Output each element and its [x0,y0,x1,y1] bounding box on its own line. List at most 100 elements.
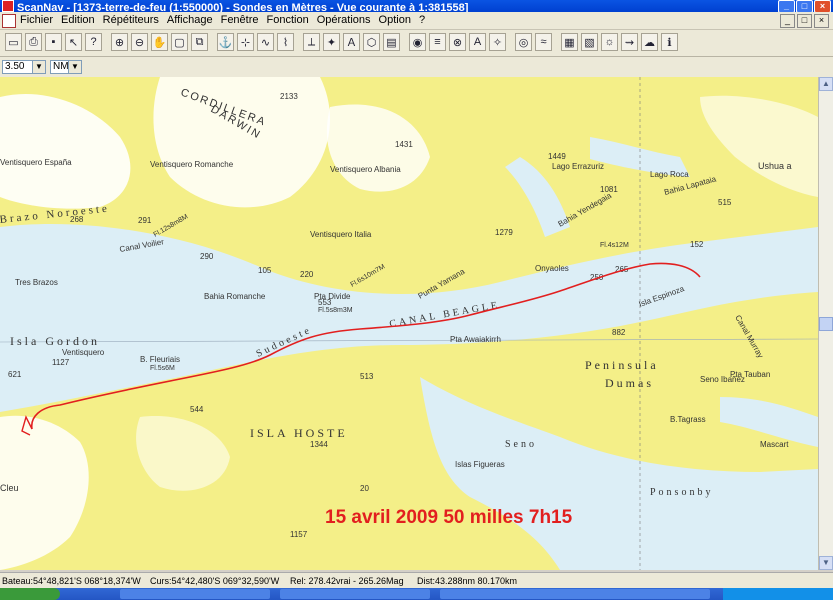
copy-icon[interactable]: ⧉ [191,33,208,51]
maximize-button[interactable]: □ [796,0,813,12]
menu-affichage[interactable]: Affichage [167,14,213,26]
taskbar-item[interactable] [120,589,270,599]
pan-hand-icon[interactable]: ✋ [151,33,168,51]
chart-view[interactable]: CORDILLERA DARWIN 2133 1431 1449 1081 12… [0,77,818,570]
cursor-icon[interactable]: ↖ [65,33,82,51]
menu-edition[interactable]: Edition [61,14,95,26]
center-boat-icon[interactable]: ⊗ [449,33,466,51]
menu-fen-tre[interactable]: Fenêtre [221,14,259,26]
document-icon[interactable] [2,14,16,28]
compass-icon[interactable]: ✧ [489,33,506,51]
window-controls: _ □ × [777,0,831,12]
system-tray [723,588,833,600]
menu-fonction[interactable]: Fonction [267,14,309,26]
zoom-in-icon[interactable]: ⊕ [111,33,128,51]
window-title-bar: ScanNav - [1373-terre-de-feu (1:550000) … [0,0,833,12]
menu-fichier[interactable]: Fichier [20,14,53,26]
sounding-290: 290 [200,252,214,261]
sounding-1279: 1279 [495,228,513,237]
taskbar-item[interactable] [280,589,430,599]
doc-close-button[interactable]: × [814,14,829,28]
toolbar-buttons: ▭ ⎙ ▪ ↖? ⊕ ⊖ ✋ ▢ ⧉ ⚓ ⊹ ∿ ⌇ ⟂ ✦ Ａ ⬡ ▤ ◉ ≡ ⊗ A ✧ ◎ ≈ ▦ ▧ ☼ ⇝ ☁ ℹ [5,33,678,51]
sounding-1344: 1344 [310,440,328,449]
status-relative-bearing: Rel: 278.42vrai - 265.26Mag [290,576,404,586]
sounding-105: 105 [258,266,272,275]
sounding-544: 544 [190,405,204,414]
lifebuoy-icon[interactable]: ◎ [515,33,532,51]
label-ventisquero-gordon: Ventisquero [62,348,105,357]
sounding-1431: 1431 [395,140,413,149]
menu-[interactable]: ? [419,14,425,26]
windows-taskbar [0,588,833,600]
tide-icon[interactable]: ≈ [535,33,552,51]
auto-icon[interactable]: A [469,33,486,51]
text-mark-icon[interactable]: Ａ [343,33,360,51]
main-toolbar: ▭ ⎙ ▪ ↖? ⊕ ⊖ ✋ ▢ ⧉ ⚓ ⊹ ∿ ⌇ ⟂ ✦ Ａ ⬡ ▤ ◉ ≡ ⊗ A ✧ ◎ ≈ ▦ ▧ ☼ ⇝ ☁ ℹ [0,30,833,57]
weather-icon[interactable]: ☁ [641,33,658,51]
doc-restore-button[interactable]: □ [797,14,812,28]
label-tres-brazos: Tres Brazos [15,278,58,287]
status-bar: Bateau:54°48,821'S 068°18,374'W Curs:54°… [0,572,833,589]
nmea-icon[interactable]: ≡ [429,33,446,51]
layer-icon[interactable]: ▤ [383,33,400,51]
gps-icon[interactable]: ◉ [409,33,426,51]
save-icon[interactable]: ▪ [45,33,62,51]
mark-icon[interactable]: ✦ [323,33,340,51]
label-pta-awaiakirrh: Pta Awaiakirrh [450,335,501,344]
menu-r-p-titeurs[interactable]: Répétiteurs [103,14,159,26]
menu-bar: Fichier Edition Répétiteurs Affichage Fenêtr… [0,12,833,30]
label-peninsula: Peninsula [585,358,659,372]
grid-icon[interactable]: ▦ [561,33,578,51]
taskbar-item[interactable] [560,589,710,599]
info-icon[interactable]: ℹ [661,33,678,51]
sat-icon[interactable]: ☼ [601,33,618,51]
zoom-out-icon[interactable]: ⊖ [131,33,148,51]
label-b-fleuriais: B. Fleuriais [140,355,180,364]
route-icon[interactable]: ∿ [257,33,274,51]
zone-icon[interactable]: ⬡ [363,33,380,51]
select-rect-icon[interactable]: ▢ [171,33,188,51]
chevron-down-icon[interactable]: ▼ [32,61,45,73]
ruler-icon[interactable]: ⟂ [303,33,320,51]
menu-option[interactable]: Option [379,14,411,26]
label-b-tagrass: B.Tagrass [670,415,706,424]
scroll-down-icon[interactable]: ▼ [819,556,833,570]
open-icon[interactable]: ▭ [5,33,22,51]
scroll-up-icon[interactable]: ▲ [819,77,833,91]
wind-icon[interactable]: ⇝ [621,33,638,51]
track-annotation: 15 avril 2009 50 milles 7h15 [325,507,573,528]
boat-icon[interactable]: ⚓ [217,33,234,51]
scroll-thumb[interactable] [819,317,833,331]
track-icon[interactable]: ⌇ [277,33,294,51]
scale-value-select[interactable]: 3.50 ▼ [2,60,46,74]
label-lago-errazuriz: Lago Errazuriz [552,162,604,171]
waypoint-icon[interactable]: ⊹ [237,33,254,51]
label-pta-divide: Pta Divide [314,292,351,301]
sounding-882: 882 [612,328,626,337]
window-title: ScanNav - [1373-terre-de-feu (1:550000) … [17,2,469,12]
sounding-515: 515 [718,198,732,207]
print-icon[interactable]: ⎙ [25,33,42,51]
help-cursor-icon[interactable]: ? [85,33,102,51]
menu-op-rations[interactable]: Opérations [317,14,371,26]
minimize-button[interactable]: _ [778,0,795,12]
label-seno: Seno [505,439,537,450]
close-button[interactable]: × [814,0,831,12]
start-button[interactable] [0,588,60,600]
sounding-2133: 2133 [280,92,298,101]
scale-value: 3.50 [5,61,25,72]
label-cleu: Cleu [0,483,19,493]
label-ventisquero-italia: Ventisquero Italia [310,230,372,239]
chevron-down-icon[interactable]: ▼ [68,61,81,73]
document-window-controls: _ □ × [778,14,829,28]
chart-icon[interactable]: ▧ [581,33,598,51]
doc-minimize-button[interactable]: _ [780,14,795,28]
nautical-chart: CORDILLERA DARWIN 2133 1431 1449 1081 12… [0,77,818,570]
sounding-291: 291 [138,216,152,225]
vertical-scrollbar[interactable]: ▲ ▼ [818,77,833,570]
label-islas-figueras: Islas Figueras [455,460,505,469]
status-distance: Dist:43.288nm 80.170km [417,576,518,586]
label-bahia-romanche: Bahia Romanche [204,292,266,301]
scale-unit-select[interactable]: NM ▼ [50,60,82,74]
label-light-5: Fl.5s6M [150,365,175,372]
